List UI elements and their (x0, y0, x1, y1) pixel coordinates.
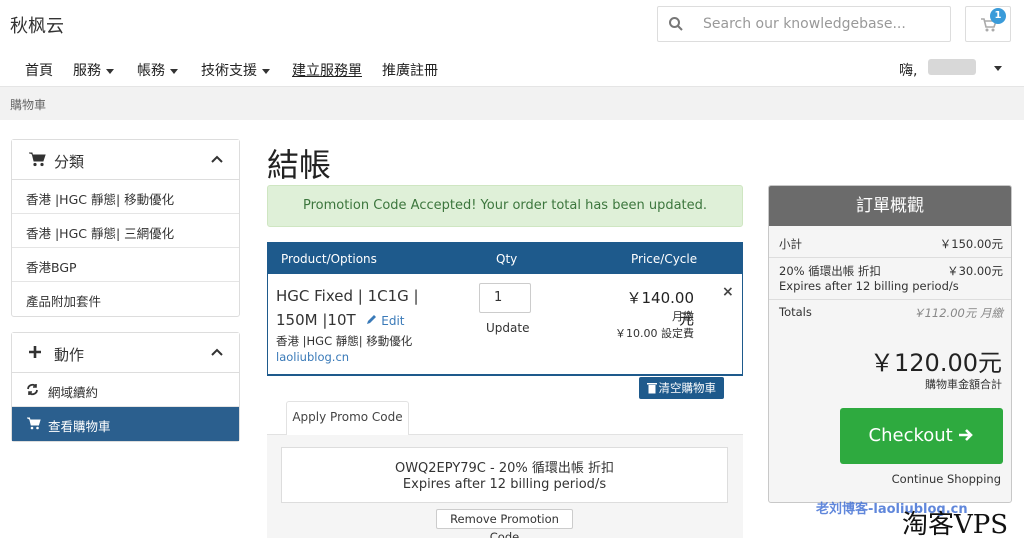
empty-cart-button[interactable]: 清空購物車 (639, 377, 724, 399)
trash-icon (647, 383, 657, 394)
chevron-down-icon (106, 68, 114, 74)
category-item[interactable]: 香港 |HGC 靜態| 三網優化 (12, 214, 239, 248)
category-label: 香港 |HGC 靜態| 三網優化 (26, 226, 175, 241)
pencil-icon (367, 315, 377, 324)
totals-value: ￥112.00元 月繳 (913, 306, 1003, 320)
category-item[interactable]: 產品附加套件 (12, 282, 239, 316)
chevron-down-icon (262, 68, 270, 74)
product-name: HGC Fixed | 1C1G | 150M |10T Edit (276, 284, 446, 333)
subtotal-label: 小計 (779, 237, 802, 251)
redacted-username (928, 59, 976, 75)
nav-open-ticket[interactable]: 建立服務單 (292, 60, 362, 80)
header-product: Product/Options (281, 252, 377, 266)
category-item[interactable]: 香港 |HGC 靜態| 移動優化 (12, 180, 239, 214)
header-price: Price/Cycle (631, 252, 698, 266)
remove-promo-button[interactable]: Remove Promotion Code (436, 509, 573, 538)
category-item[interactable]: 香港BGP (12, 248, 239, 282)
product-domain: laoliublog.cn (276, 350, 350, 364)
top-header: 秋枫云 Search our knowledgebase... 1 (0, 0, 1024, 50)
promo-code-desc: OWQ2EPY79C - 20% 循環出帳 折扣 (394, 461, 615, 476)
discount-note: Expires after 12 billing period/s (779, 279, 959, 293)
continue-shopping-link[interactable]: Continue Shopping (892, 472, 1001, 486)
user-menu-chevron-icon[interactable] (994, 66, 1002, 71)
totals-row: Totals ￥112.00元 月繳 (779, 305, 1003, 320)
actions-title: 動作 (54, 346, 85, 364)
order-summary-title: 訂單概觀 (769, 186, 1011, 226)
checkout-button[interactable]: Checkout (840, 408, 1003, 464)
subtotal-row: 小計 ￥150.00元 (779, 236, 1003, 252)
subtotal-value: ￥150.00元 (939, 237, 1003, 251)
watermark-brand: 淘客VPS (902, 510, 1009, 538)
actions-panel-header[interactable]: 動作 (12, 333, 239, 373)
nav-home[interactable]: 首頁 (25, 60, 53, 80)
action-label: 查看購物車 (48, 419, 111, 434)
billing-cycle: 月繳 (672, 310, 694, 323)
site-logo[interactable]: 秋枫云 (10, 12, 64, 38)
search-icon (669, 17, 683, 31)
divider (769, 257, 1011, 258)
discount-value: ￥30.00元 (947, 264, 1003, 278)
order-summary: 訂單概觀 小計 ￥150.00元 20% 循環出帳 折扣 ￥30.00元 Exp… (768, 185, 1012, 503)
tab-apply-promo[interactable]: Apply Promo Code (286, 401, 409, 435)
applied-promo-box: OWQ2EPY79C - 20% 循環出帳 折扣 Expires after 1… (281, 447, 728, 503)
nav-billing-label: 帳務 (137, 63, 165, 79)
divider (769, 299, 1011, 300)
categories-panel-header[interactable]: 分類 (12, 140, 239, 180)
quantity-input[interactable]: 1 (479, 283, 531, 313)
category-label: 產品附加套件 (26, 294, 102, 309)
page-title: 結帳 (267, 146, 332, 184)
main-nav: 首頁 服務 帳務 技術支援 建立服務單 推廣註冊 嗨, (0, 50, 1024, 86)
chevron-up-icon[interactable] (211, 348, 223, 356)
cart-icon (27, 417, 41, 430)
breadcrumb-bar: 購物車 (0, 86, 1024, 120)
cart-count-badge: 1 (990, 8, 1006, 24)
setup-fee: ￥10.00 設定費 (615, 327, 694, 340)
category-label: 香港BGP (26, 260, 77, 275)
nav-services[interactable]: 服務 (73, 60, 114, 80)
search-box[interactable]: Search our knowledgebase... (657, 6, 951, 42)
cart-table-header: Product/Options Qty Price/Cycle (268, 243, 742, 274)
product-group: 香港 |HGC 靜態| 移動優化 (276, 334, 413, 348)
categories-title: 分類 (54, 153, 85, 171)
discount-label: 20% 循環出帳 折扣 (779, 264, 881, 278)
remove-item-button[interactable]: × (722, 284, 734, 300)
cart-total-caption: 購物車金額合計 (925, 378, 1002, 391)
nav-support[interactable]: 技術支援 (201, 60, 270, 80)
action-view-cart[interactable]: 查看購物車 (12, 407, 239, 441)
breadcrumb[interactable]: 購物車 (10, 96, 46, 113)
refresh-icon (27, 383, 38, 396)
plus-icon (29, 346, 41, 358)
category-label: 香港 |HGC 靜態| 移動優化 (26, 192, 175, 207)
update-button[interactable]: Update (486, 321, 529, 335)
action-domain-renewal[interactable]: 網域續約 (12, 373, 239, 407)
user-greeting[interactable]: 嗨, (899, 60, 917, 80)
totals-label: Totals (779, 305, 812, 319)
promo-success-alert: Promotion Code Accepted! Your order tota… (267, 185, 743, 227)
actions-panel: 動作 網域續約 查看購物車 (11, 332, 240, 442)
checkout-label: Checkout (868, 425, 953, 446)
nav-services-label: 服務 (73, 63, 101, 79)
nav-support-label: 技術支援 (201, 63, 257, 79)
cart-icon (29, 152, 46, 167)
cart-total-amount: ￥120.00元 (870, 349, 1002, 377)
empty-cart-label: 清空購物車 (658, 381, 717, 395)
chevron-up-icon[interactable] (211, 155, 223, 163)
edit-label: Edit (381, 314, 405, 328)
action-label: 網域續約 (48, 385, 99, 400)
promo-expiry: Expires after 12 billing period/s (402, 477, 607, 492)
nav-billing[interactable]: 帳務 (137, 60, 178, 80)
chevron-down-icon (170, 68, 178, 74)
edit-link[interactable]: Edit (366, 314, 405, 328)
discount-row: 20% 循環出帳 折扣 ￥30.00元 (779, 263, 1003, 279)
arrow-right-icon (959, 429, 974, 441)
categories-panel: 分類 香港 |HGC 靜態| 移動優化 香港 |HGC 靜態| 三網優化 香港B… (11, 139, 240, 317)
nav-affiliates[interactable]: 推廣註冊 (382, 60, 438, 80)
search-input[interactable]: Search our knowledgebase... (703, 16, 906, 32)
header-qty: Qty (496, 252, 518, 266)
